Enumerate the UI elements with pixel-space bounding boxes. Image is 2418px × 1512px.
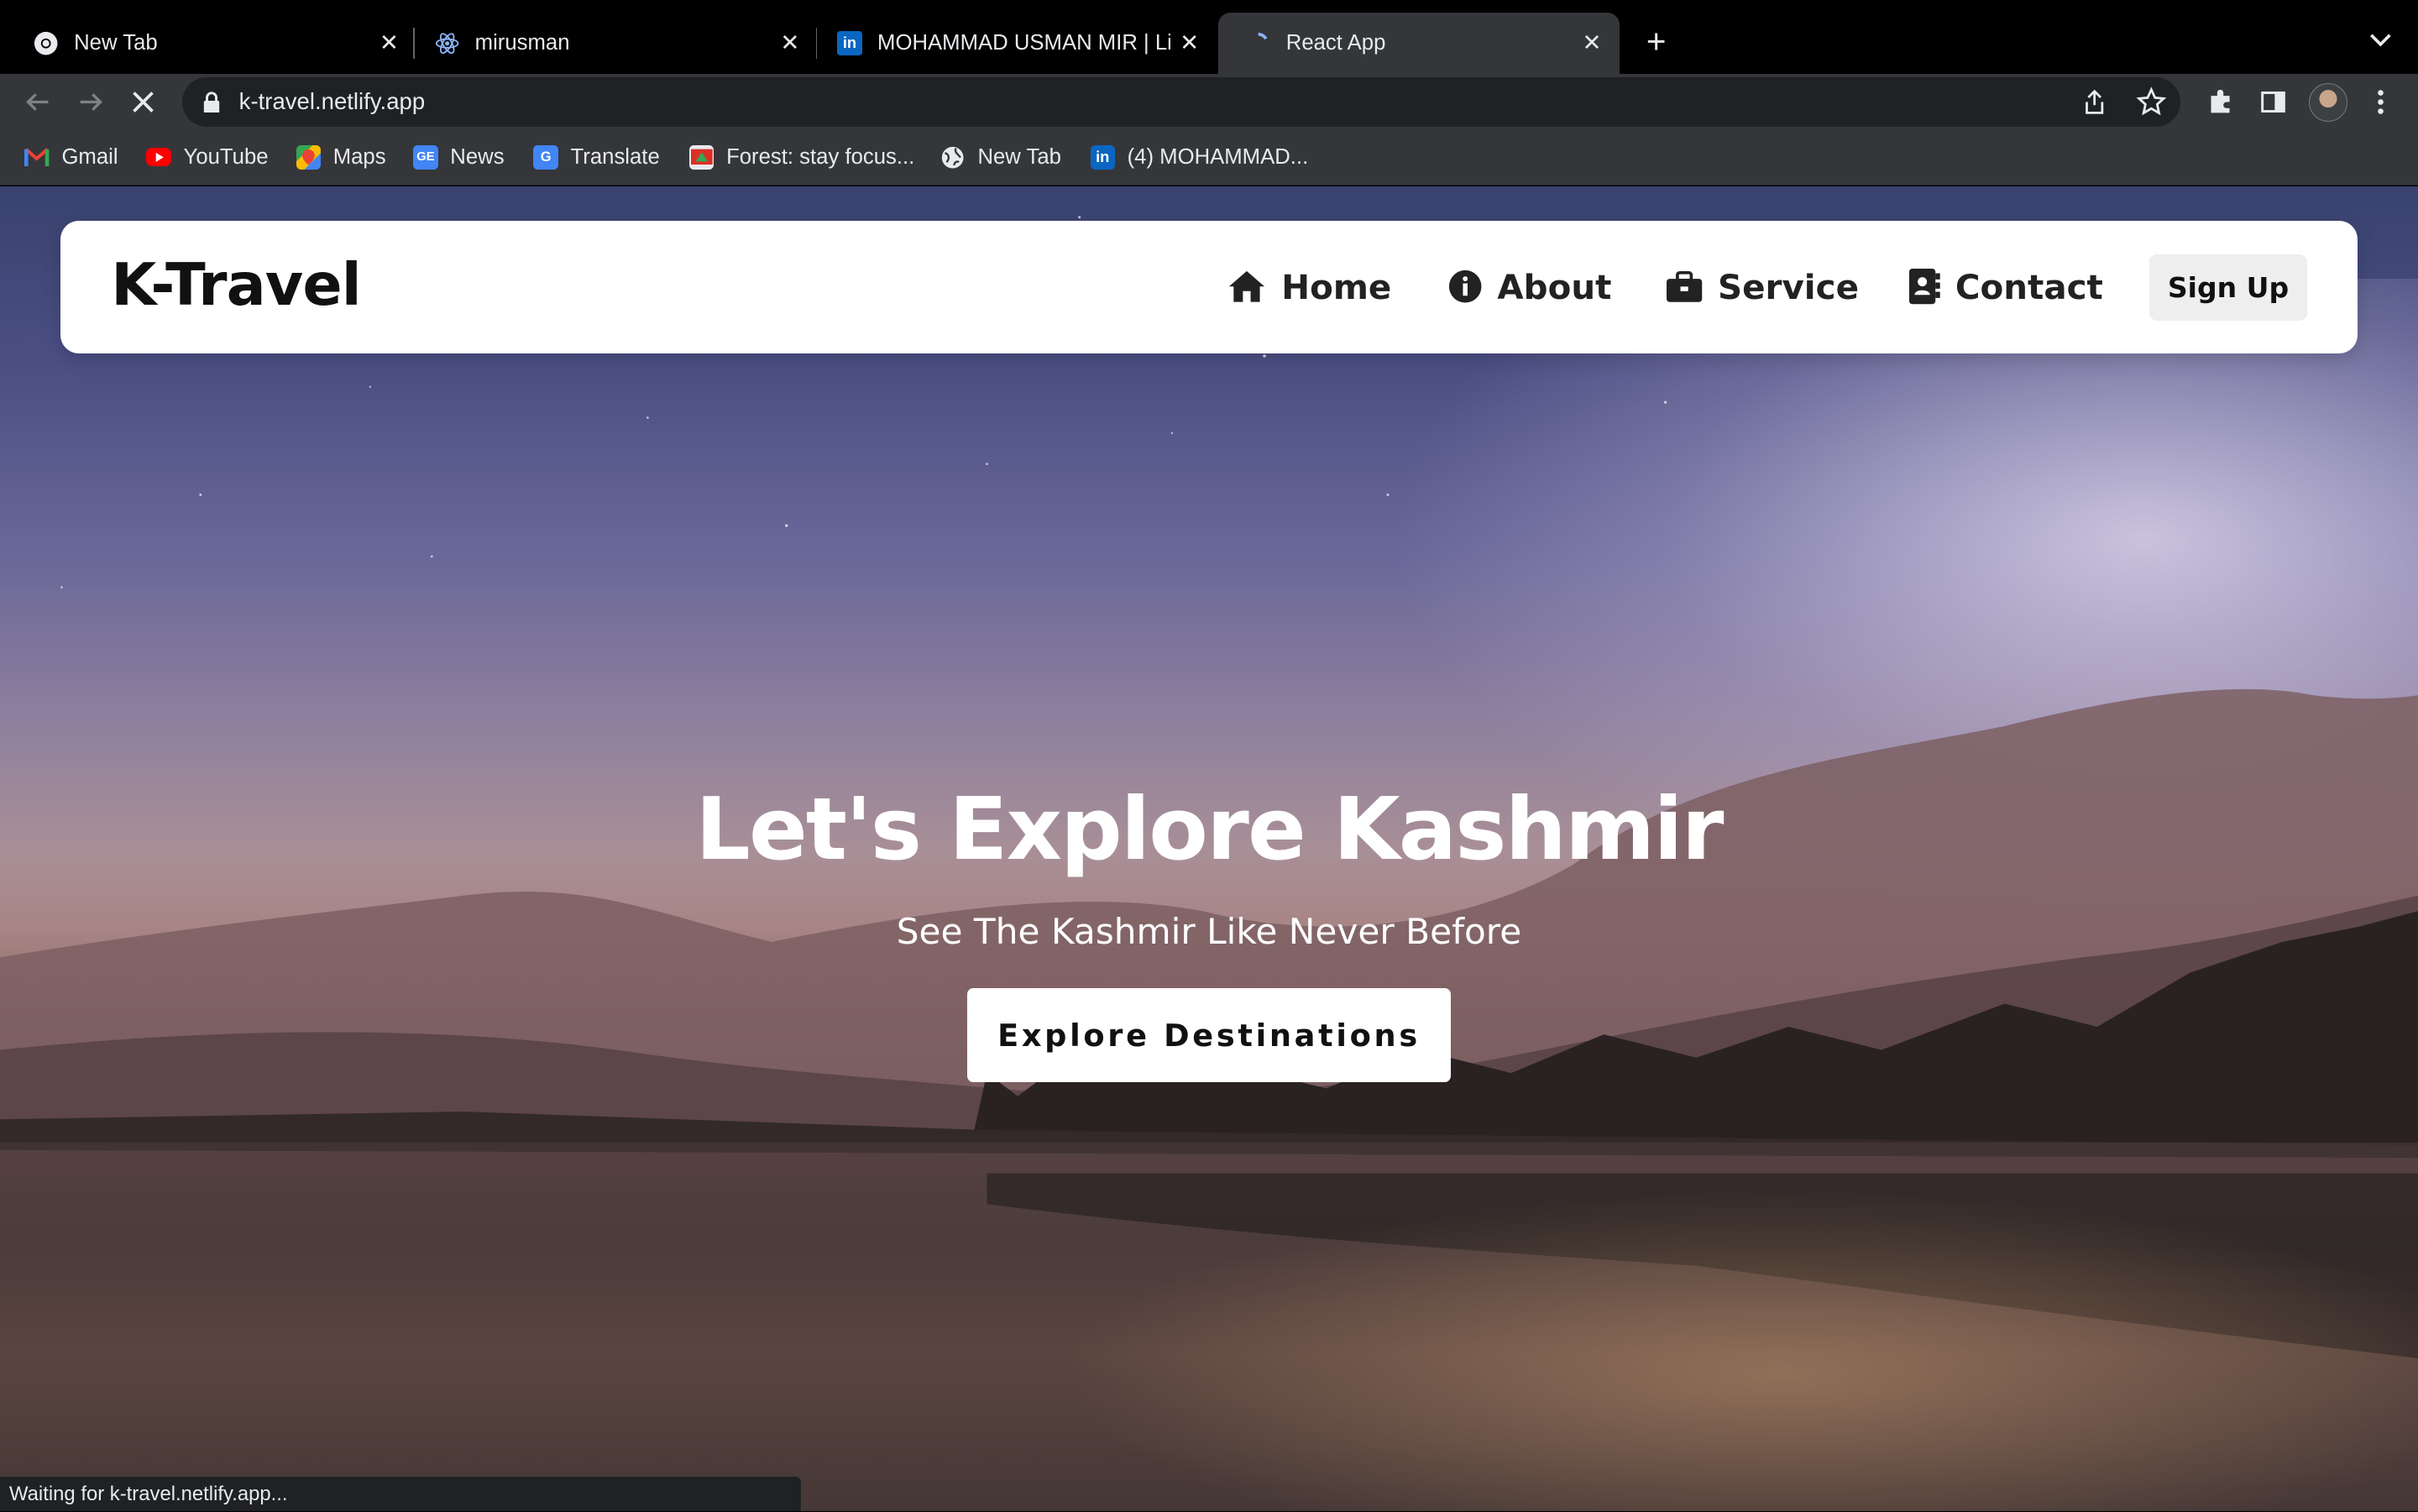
profile-avatar[interactable] [2308, 83, 2347, 123]
gmail-icon [24, 145, 50, 170]
nav-about-link[interactable]: About [1448, 260, 1612, 312]
youtube-icon [146, 148, 171, 167]
nav-contact-label: Contact [1955, 266, 2103, 307]
back-arrow-icon[interactable] [18, 83, 55, 120]
bookmark-youtube[interactable]: YouTube [146, 142, 269, 173]
bookmark-news[interactable]: GE News [413, 142, 505, 173]
hero-title: Let's Explore Kashmir [695, 780, 1724, 881]
hero-subtitle: See The Kashmir Like Never Before [896, 911, 1522, 953]
linkedin-icon: in [1090, 144, 1115, 170]
tab-title: MOHAMMAD USMAN MIR | Lin [877, 30, 1171, 55]
tab-title: New Tab [74, 30, 158, 55]
nav-service-link[interactable]: Service [1667, 260, 1859, 312]
bookmarks-bar: Gmail YouTube Maps GE News G Translate F… [0, 129, 2418, 186]
brand-logo[interactable]: K-Travel [111, 251, 361, 319]
close-tab-icon[interactable]: ✕ [780, 29, 799, 56]
news-icon: GE [413, 144, 438, 170]
address-bar[interactable]: k-travel.netlify.app [181, 76, 2181, 127]
react-icon [435, 31, 459, 55]
extensions-puzzle-icon[interactable] [2202, 83, 2239, 120]
tab-title: React App [1285, 30, 1386, 55]
nav-home-link[interactable]: Home [1227, 260, 1391, 312]
side-panel-icon[interactable] [2254, 83, 2291, 120]
site-navbar: K-Travel Home About Service Contact Sign… [60, 220, 2358, 353]
loading-spinner-icon [1246, 31, 1270, 55]
linkedin-icon: in [837, 30, 862, 56]
explore-destinations-button[interactable]: Explore Destinations [966, 988, 1452, 1083]
globe-icon [940, 145, 965, 170]
tab-mirusman[interactable]: mirusman ✕ [413, 13, 811, 74]
water-reflection [1002, 1173, 2418, 1511]
status-bubble: Waiting for k-travel.netlify.app... [0, 1475, 803, 1511]
url-text: k-travel.netlify.app [238, 87, 426, 114]
info-icon [1448, 270, 1482, 303]
close-tab-icon[interactable]: ✕ [379, 29, 399, 56]
tab-react-app[interactable]: React App ✕ [1217, 12, 1620, 75]
tab-search-chevron-icon[interactable] [2365, 24, 2396, 55]
browser-toolbar: k-travel.netlify.app [0, 74, 2418, 130]
bookmark-label: Forest: stay focus... [726, 144, 915, 169]
home-icon [1228, 271, 1265, 302]
close-tab-icon[interactable]: ✕ [1180, 29, 1199, 56]
chrome-icon [34, 31, 58, 55]
bookmark-star-icon[interactable] [2136, 86, 2167, 124]
bookmark-maps[interactable]: Maps [296, 142, 386, 173]
tab-linkedin[interactable]: in MOHAMMAD USMAN MIR | Lin ✕ [816, 13, 1214, 74]
bookmark-new-tab[interactable]: New Tab [940, 142, 1061, 173]
new-tab-button[interactable]: + [1639, 22, 1672, 62]
forest-icon [689, 144, 714, 170]
signup-button[interactable]: Sign Up [2149, 254, 2307, 322]
bookmark-label: Translate [570, 144, 660, 169]
tab-new-tab[interactable]: New Tab ✕ [13, 13, 411, 74]
share-icon[interactable] [2082, 88, 2107, 123]
address-book-icon [1908, 269, 1940, 305]
nav-home-label: Home [1281, 266, 1392, 307]
bookmark-translate[interactable]: G Translate [533, 142, 660, 173]
bookmark-label: Maps [332, 144, 386, 169]
bookmark-label: YouTube [183, 144, 269, 169]
close-tab-icon[interactable]: ✕ [1582, 29, 1601, 56]
nav-about-label: About [1497, 266, 1612, 307]
bookmark-label: News [450, 144, 505, 169]
nav-contact-link[interactable]: Contact [1908, 260, 2103, 312]
bookmark-linkedin[interactable]: in (4) MOHAMMAD... [1090, 142, 1309, 173]
tab-strip: New Tab ✕ mirusman ✕ in MOHAMMAD USMAN M… [0, 0, 2418, 75]
bookmark-gmail[interactable]: Gmail [24, 142, 118, 173]
bookmark-label: Gmail [61, 144, 118, 169]
translate-icon: G [533, 144, 558, 170]
bookmark-label: (4) MOHAMMAD... [1127, 144, 1309, 169]
nav-service-label: Service [1718, 266, 1859, 307]
kebab-menu-icon[interactable] [2363, 83, 2400, 120]
page-viewport: K-Travel Home About Service Contact Sign… [0, 186, 2418, 1511]
lock-icon [202, 91, 221, 119]
stop-loading-icon[interactable] [125, 83, 162, 120]
maps-icon [296, 144, 322, 170]
bookmark-forest[interactable]: Forest: stay focus... [689, 142, 914, 173]
forward-arrow-icon[interactable] [72, 83, 109, 120]
bookmark-label: New Tab [977, 144, 1061, 169]
briefcase-icon [1667, 271, 1703, 302]
tab-title: mirusman [474, 30, 570, 55]
